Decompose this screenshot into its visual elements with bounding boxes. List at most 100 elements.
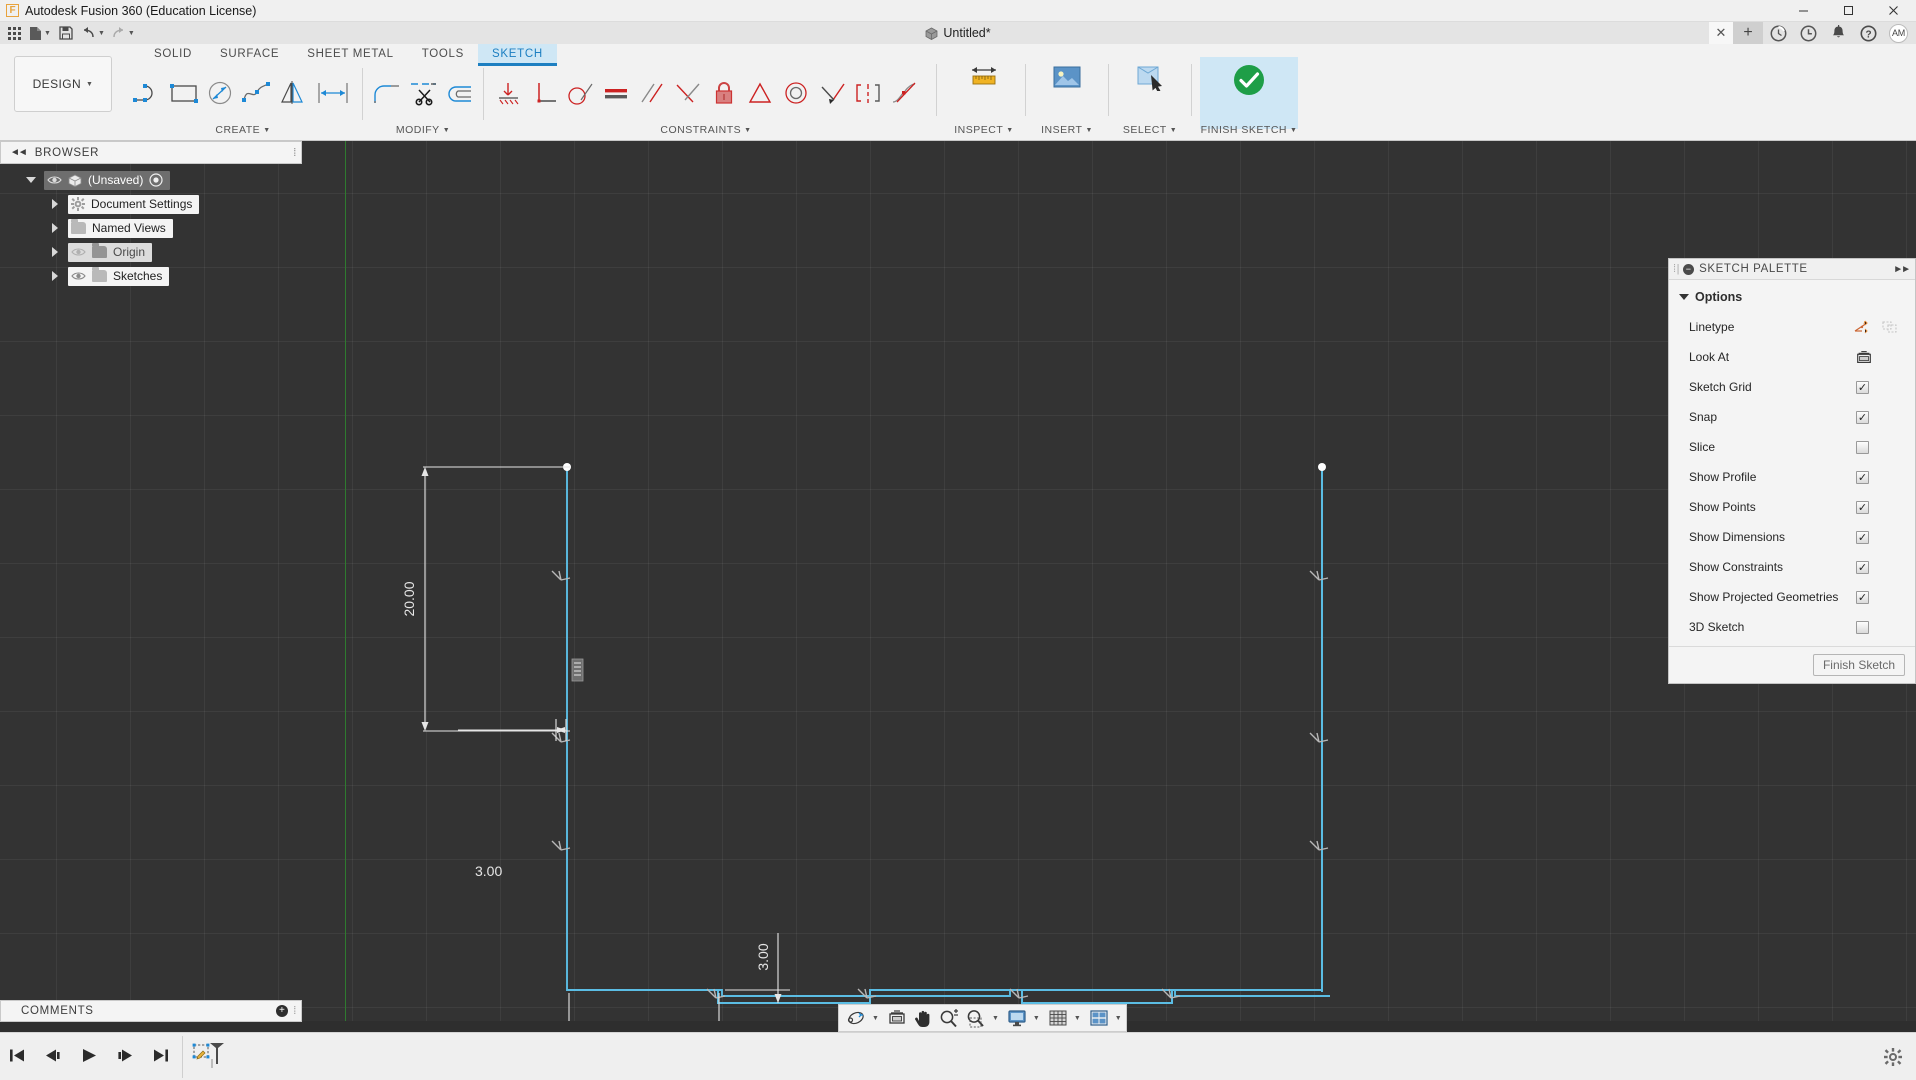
tab-sheet-metal[interactable]: SHEET METAL <box>293 44 408 63</box>
midpoint-constraint-icon[interactable] <box>670 70 706 116</box>
finish-sketch-button[interactable] <box>1200 57 1298 129</box>
notifications-bell-icon[interactable] <box>1823 22 1853 44</box>
collinear-constraint-icon[interactable] <box>814 70 850 116</box>
job-status-icon[interactable] <box>1763 22 1793 44</box>
app-grid-icon[interactable] <box>3 23 25 43</box>
dimension-tool-icon[interactable] <box>310 70 356 116</box>
panel-constraints-label[interactable]: CONSTRAINTS ▼ <box>660 122 751 138</box>
minimize-button[interactable] <box>1781 0 1826 22</box>
perpendicular-constraint-icon[interactable] <box>526 70 562 116</box>
close-button[interactable] <box>1871 0 1916 22</box>
tree-chip-origin[interactable]: Origin <box>68 242 153 262</box>
expand-arrow-origin[interactable] <box>42 247 68 257</box>
sketch-grid-checkbox[interactable]: ✓ <box>1856 380 1869 394</box>
add-comment-icon[interactable]: + <box>276 1005 289 1017</box>
finish-sketch-palette-button[interactable]: Finish Sketch <box>1812 654 1905 676</box>
activate-component-icon[interactable] <box>149 173 163 187</box>
display-settings-icon[interactable] <box>1004 1006 1030 1030</box>
tree-row-named-views[interactable]: Named Views <box>0 216 302 240</box>
palette-expand-icon[interactable]: ►► <box>1893 264 1911 275</box>
step-forward-button[interactable] <box>112 1042 138 1068</box>
show-profile-checkbox[interactable]: ✓ <box>1856 470 1869 484</box>
line-tool-icon[interactable] <box>130 70 166 116</box>
panel-inspect-label[interactable]: INSPECT ▼ <box>954 122 1013 138</box>
tab-solid[interactable]: SOLID <box>140 44 206 63</box>
look-at-tool-icon[interactable] <box>884 1006 910 1030</box>
circle-tool-icon[interactable] <box>202 70 238 116</box>
insert-image-button[interactable] <box>1034 57 1100 129</box>
slice-checkbox[interactable] <box>1856 440 1869 454</box>
sketch-feature-marker[interactable] <box>192 1039 226 1071</box>
viewports-icon[interactable] <box>1086 1006 1112 1030</box>
close-tab-icon[interactable]: ✕ <box>1709 22 1733 44</box>
select-tool-button[interactable] <box>1117 57 1183 129</box>
equal-constraint-icon[interactable] <box>598 70 634 116</box>
go-to-beginning-button[interactable] <box>4 1042 30 1068</box>
rectangle-tool-icon[interactable] <box>166 70 202 116</box>
panel-insert-label[interactable]: INSERT ▼ <box>1041 122 1093 138</box>
save-icon[interactable] <box>55 23 77 43</box>
maximize-button[interactable] <box>1826 0 1871 22</box>
curvature-constraint-icon[interactable] <box>886 70 922 116</box>
user-avatar[interactable]: AM <box>1889 23 1908 43</box>
snap-checkbox[interactable]: ✓ <box>1856 410 1869 424</box>
visibility-eye-icon-sketches[interactable] <box>71 270 86 282</box>
expand-arrow-sketches[interactable] <box>42 271 68 281</box>
symmetry-constraint-icon[interactable] <box>742 70 778 116</box>
tree-chip-named-views[interactable]: Named Views <box>68 218 173 238</box>
tab-sketch[interactable]: SKETCH <box>478 44 557 66</box>
collapse-browser-icon[interactable]: ◄◄ <box>10 147 28 158</box>
panel-create-label[interactable]: CREATE ▼ <box>215 122 270 138</box>
fix-constraint-icon[interactable] <box>706 70 742 116</box>
mirror-tool-icon[interactable] <box>274 70 310 116</box>
workspace-switcher-button[interactable]: DESIGN ▼ <box>14 56 112 112</box>
tangent-constraint-icon[interactable] <box>562 70 598 116</box>
comments-panel-header[interactable]: COMMENTS + ⁞ <box>0 1000 302 1022</box>
step-back-button[interactable] <box>40 1042 66 1068</box>
offset-tool-icon[interactable] <box>441 70 477 116</box>
play-button[interactable] <box>76 1042 102 1068</box>
tab-tools[interactable]: TOOLS <box>408 44 478 63</box>
settings-gear-icon[interactable] <box>1884 1048 1902 1066</box>
show-projected-geometries-checkbox[interactable]: ✓ <box>1856 590 1869 604</box>
browser-resize-grip[interactable]: ⁞ <box>293 147 297 159</box>
tree-row-origin[interactable]: Origin <box>0 240 302 264</box>
panel-finish-sketch-label[interactable]: FINISH SKETCH ▼ <box>1201 122 1298 138</box>
new-file-icon[interactable]: ▼ <box>27 23 53 43</box>
tree-row-sketches[interactable]: Sketches <box>0 264 302 288</box>
show-points-checkbox[interactable]: ✓ <box>1856 500 1869 514</box>
centerline-linetype-icon[interactable] <box>1881 318 1899 336</box>
zoom-window-tool-icon[interactable] <box>963 1006 989 1030</box>
panel-modify-label[interactable]: MODIFY ▼ <box>396 122 450 138</box>
pan-tool-icon[interactable] <box>911 1006 935 1030</box>
parallel-constraint-icon[interactable] <box>634 70 670 116</box>
redo-icon[interactable]: ▼ <box>109 23 137 43</box>
tree-chip-document-settings[interactable]: Document Settings <box>68 194 200 214</box>
tree-chip-unsaved[interactable]: (Unsaved) <box>44 170 171 190</box>
tab-surface[interactable]: SURFACE <box>206 44 293 63</box>
spline-tool-icon[interactable] <box>238 70 274 116</box>
show-dimensions-checkbox[interactable]: ✓ <box>1856 530 1869 544</box>
panel-select-label[interactable]: SELECT ▼ <box>1123 122 1177 138</box>
expand-arrow-document-settings[interactable] <box>42 199 68 209</box>
fillet-tool-icon[interactable] <box>369 70 405 116</box>
palette-collapse-icon[interactable]: − <box>1683 263 1695 275</box>
options-section-header[interactable]: Options <box>1669 286 1915 312</box>
comments-resize-grip[interactable]: ⁞ <box>293 1005 297 1017</box>
undo-icon[interactable]: ▼ <box>79 23 107 43</box>
visibility-eye-icon-origin[interactable] <box>71 246 86 258</box>
3d-sketch-checkbox[interactable] <box>1856 620 1869 634</box>
expand-arrow-unsaved[interactable] <box>18 177 44 183</box>
concentric-constraint-icon[interactable] <box>778 70 814 116</box>
go-to-end-button[interactable] <box>148 1042 174 1068</box>
tree-row-document-settings[interactable]: Document Settings <box>0 192 302 216</box>
coincident-constraint-icon[interactable] <box>850 70 886 116</box>
look-at-icon[interactable] <box>1855 348 1873 366</box>
trim-tool-icon[interactable] <box>405 70 441 116</box>
visibility-eye-icon[interactable] <box>47 174 62 186</box>
measure-tool-button[interactable] <box>951 57 1017 129</box>
tree-row-unsaved[interactable]: (Unsaved) <box>0 168 302 192</box>
horizontal-vertical-constraint-icon[interactable] <box>490 70 526 116</box>
tree-chip-sketches[interactable]: Sketches <box>68 266 170 286</box>
palette-grip-icon[interactable]: ⁞| <box>1673 263 1680 275</box>
